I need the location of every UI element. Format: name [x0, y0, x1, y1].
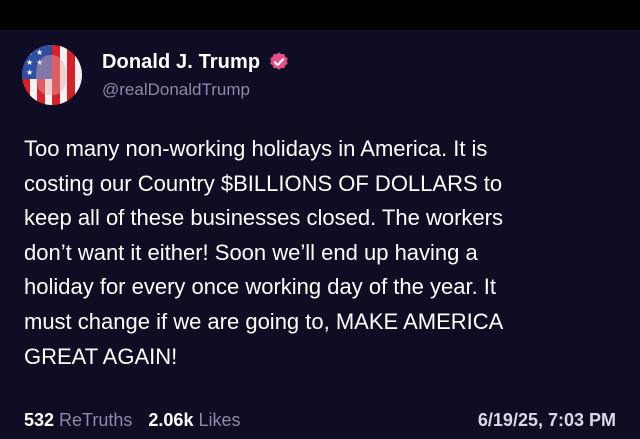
- star-icon: ★: [26, 68, 34, 77]
- post-body-line: Too many non-working holidays in America…: [24, 136, 488, 161]
- post-timestamp[interactable]: 6/19/25, 7:03 PM: [478, 410, 616, 431]
- star-icon: ★: [26, 48, 34, 57]
- post-body-line: keep all of these businesses closed. The…: [24, 205, 503, 231]
- post-body-line: GREAT AGAIN!: [24, 343, 178, 369]
- post-header: ★ ★ ★ ★ ★ Donald J. Trump @realDonaldTru…: [22, 44, 290, 106]
- avatar-face: [36, 55, 66, 95]
- user-handle[interactable]: @realDonaldTrump: [102, 80, 290, 100]
- post-card: ★ ★ ★ ★ ★ Donald J. Trump @realDonaldTru…: [0, 30, 640, 439]
- post-body-line: don’t want it either! Soon we’ll end up …: [24, 239, 478, 265]
- likes-stat[interactable]: 2.06k Likes: [148, 410, 240, 431]
- author-names: Donald J. Trump @realDonaldTrump: [102, 51, 290, 100]
- post-body: Too many non-working holidays in America…: [24, 132, 624, 374]
- top-dark-band: [0, 0, 640, 30]
- name-row: Donald J. Trump: [102, 51, 290, 74]
- post-footer: 532 ReTruths 2.06k Likes 6/19/25, 7:03 P…: [24, 408, 616, 432]
- verified-badge-icon: [270, 52, 288, 70]
- star-icon: ★: [36, 48, 44, 57]
- post-body-line: must change if we are going to, MAKE AME…: [24, 308, 504, 334]
- retruths-stat[interactable]: 532 ReTruths: [24, 410, 132, 431]
- retruths-label: ReTruths: [59, 409, 133, 430]
- likes-count: 2.06k: [148, 409, 194, 430]
- avatar[interactable]: ★ ★ ★ ★ ★: [22, 45, 82, 105]
- star-icon: ★: [26, 58, 34, 67]
- likes-label: Likes: [198, 409, 241, 430]
- post-body-line: costing our Country $BILLIONS OF DOLLARS…: [24, 170, 503, 196]
- retruths-count: 532: [24, 409, 55, 430]
- post-body-line: holiday for every once working day of th…: [24, 274, 497, 300]
- display-name[interactable]: Donald J. Trump: [102, 51, 260, 74]
